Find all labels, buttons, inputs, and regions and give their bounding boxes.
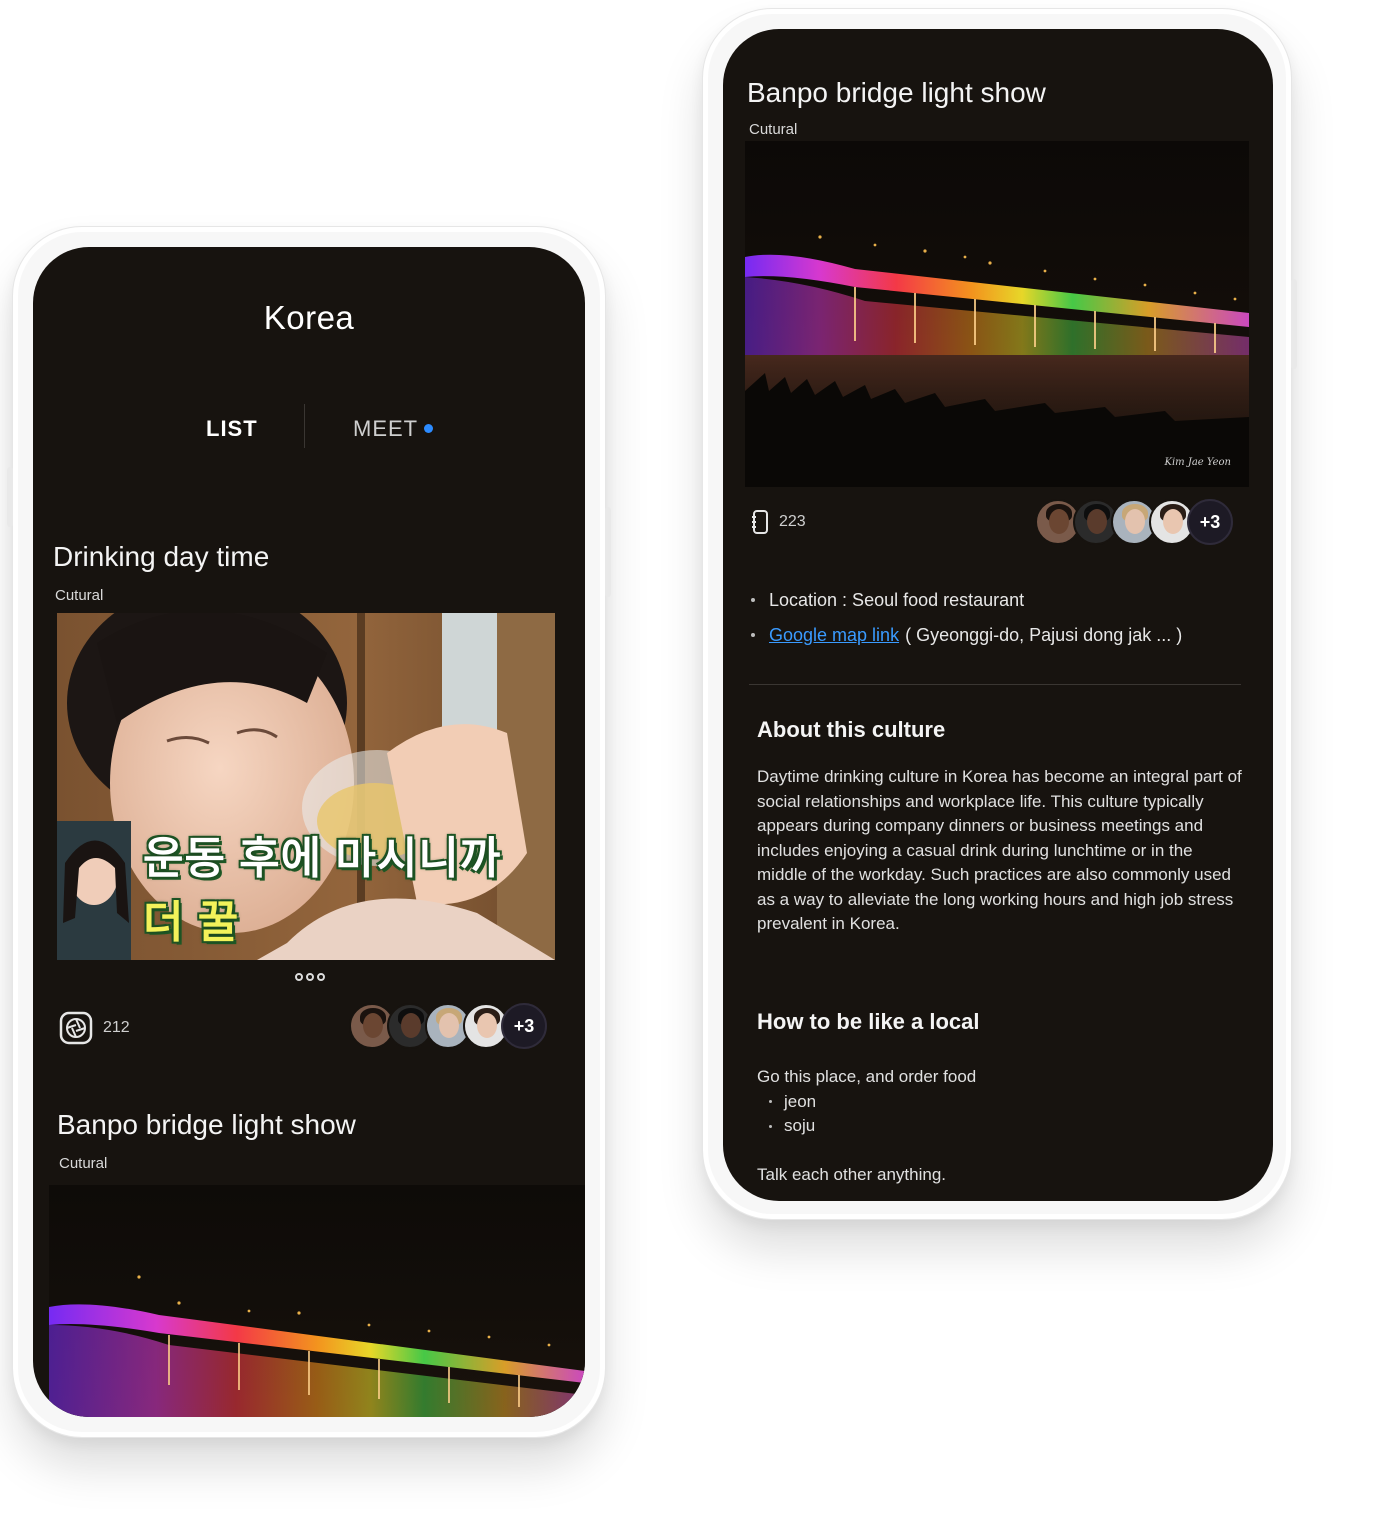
phone-frame-left: Korea LIST MEET Drinking day time Cutura… — [7, 226, 611, 1438]
tab-divider — [304, 404, 305, 448]
count-label: 212 — [103, 1019, 130, 1036]
card-photo-drinking[interactable]: 운동 후에 마시니까 더 꿀 — [57, 613, 555, 960]
tab-list[interactable]: LIST — [206, 416, 258, 442]
volume-button — [7, 467, 13, 527]
notification-dot — [424, 423, 434, 433]
pager-dot — [317, 973, 325, 981]
image-pager-dots[interactable] — [295, 973, 325, 981]
location-text: Location : Seoul food restaurant — [769, 589, 1025, 610]
card-title[interactable]: Banpo bridge light show — [57, 1109, 356, 1141]
location-list: Location : Seoul food restaurant Google … — [751, 589, 1182, 659]
screen-detail: Banpo bridge light show Cutural Kim Jae … — [723, 29, 1273, 1201]
phone-frame-right: Banpo bridge light show Cutural Kim Jae … — [702, 8, 1297, 1220]
more-participants-badge[interactable]: +3 — [501, 1003, 547, 1049]
caption-white: 운동 후에 마시니까 — [143, 834, 502, 883]
bullet-dot — [751, 633, 755, 637]
count-label: 223 — [779, 513, 806, 530]
map-address: ( Gyeonggi-do, Pajusi dong jak ... ) — [905, 624, 1183, 645]
bridge-photo-illustration: Kim Jae Yeon — [745, 235, 1249, 487]
power-button — [605, 507, 611, 597]
list-item: soju — [757, 1114, 976, 1139]
local-outro: Talk each other anything. — [757, 1165, 947, 1184]
google-map-link[interactable]: Google map link — [769, 625, 899, 646]
local-intro: Go this place, and order food — [757, 1067, 977, 1086]
local-heading: How to be like a local — [757, 1009, 980, 1034]
food-item: soju — [784, 1116, 816, 1135]
card-title[interactable]: Drinking day time — [53, 541, 269, 573]
detail-category: Cutural — [749, 121, 798, 138]
video-caption: 운동 후에 마시니까 더 꿀 — [143, 822, 555, 950]
photo-watermark: Kim Jae Yeon — [1163, 457, 1231, 468]
more-participants-badge[interactable]: +3 — [1187, 499, 1233, 545]
tab-meet[interactable]: MEET — [353, 416, 434, 442]
participant-avatars[interactable]: +3 — [1035, 499, 1233, 545]
bullet-dot — [751, 598, 755, 602]
card-category: Cutural — [59, 1155, 108, 1172]
tab-bar: LIST MEET — [33, 404, 585, 448]
bridge-photo-illustration — [49, 1275, 585, 1417]
bullet-dot — [769, 1124, 772, 1128]
notebook-icon — [752, 510, 768, 534]
photo-count: 212 — [59, 1011, 130, 1045]
detail-title: Banpo bridge light show — [747, 77, 1046, 108]
note-count: 223 — [751, 509, 806, 535]
list-item: Location : Seoul food restaurant — [751, 589, 1182, 611]
power-button — [1291, 279, 1297, 369]
about-text: Daytime drinking culture in Korea has be… — [757, 767, 1242, 933]
list-item: jeon — [757, 1090, 976, 1115]
local-tips: Go this place, and order food jeon soju — [757, 1065, 976, 1139]
screen-list: Korea LIST MEET Drinking day time Cutura… — [33, 247, 585, 1417]
page-title: Korea — [263, 299, 355, 336]
card-photo-bridge[interactable] — [49, 1185, 585, 1417]
food-item: jeon — [784, 1091, 817, 1111]
tab-meet-label: MEET — [353, 416, 419, 441]
participant-avatars[interactable]: +3 — [349, 1003, 547, 1049]
bullet-dot — [769, 1100, 772, 1104]
about-heading: About this culture — [757, 717, 946, 742]
aperture-icon — [59, 1011, 93, 1045]
list-item: Google map link ( Gyeonggi-do, Pajusi do… — [751, 624, 1182, 646]
pager-dot — [306, 973, 314, 981]
caption-yellow: 더 꿀 — [143, 898, 240, 947]
card-category: Cutural — [55, 587, 104, 604]
pager-dot — [295, 973, 303, 981]
detail-photo-bridge[interactable]: Kim Jae Yeon — [745, 141, 1249, 487]
divider — [749, 684, 1241, 685]
